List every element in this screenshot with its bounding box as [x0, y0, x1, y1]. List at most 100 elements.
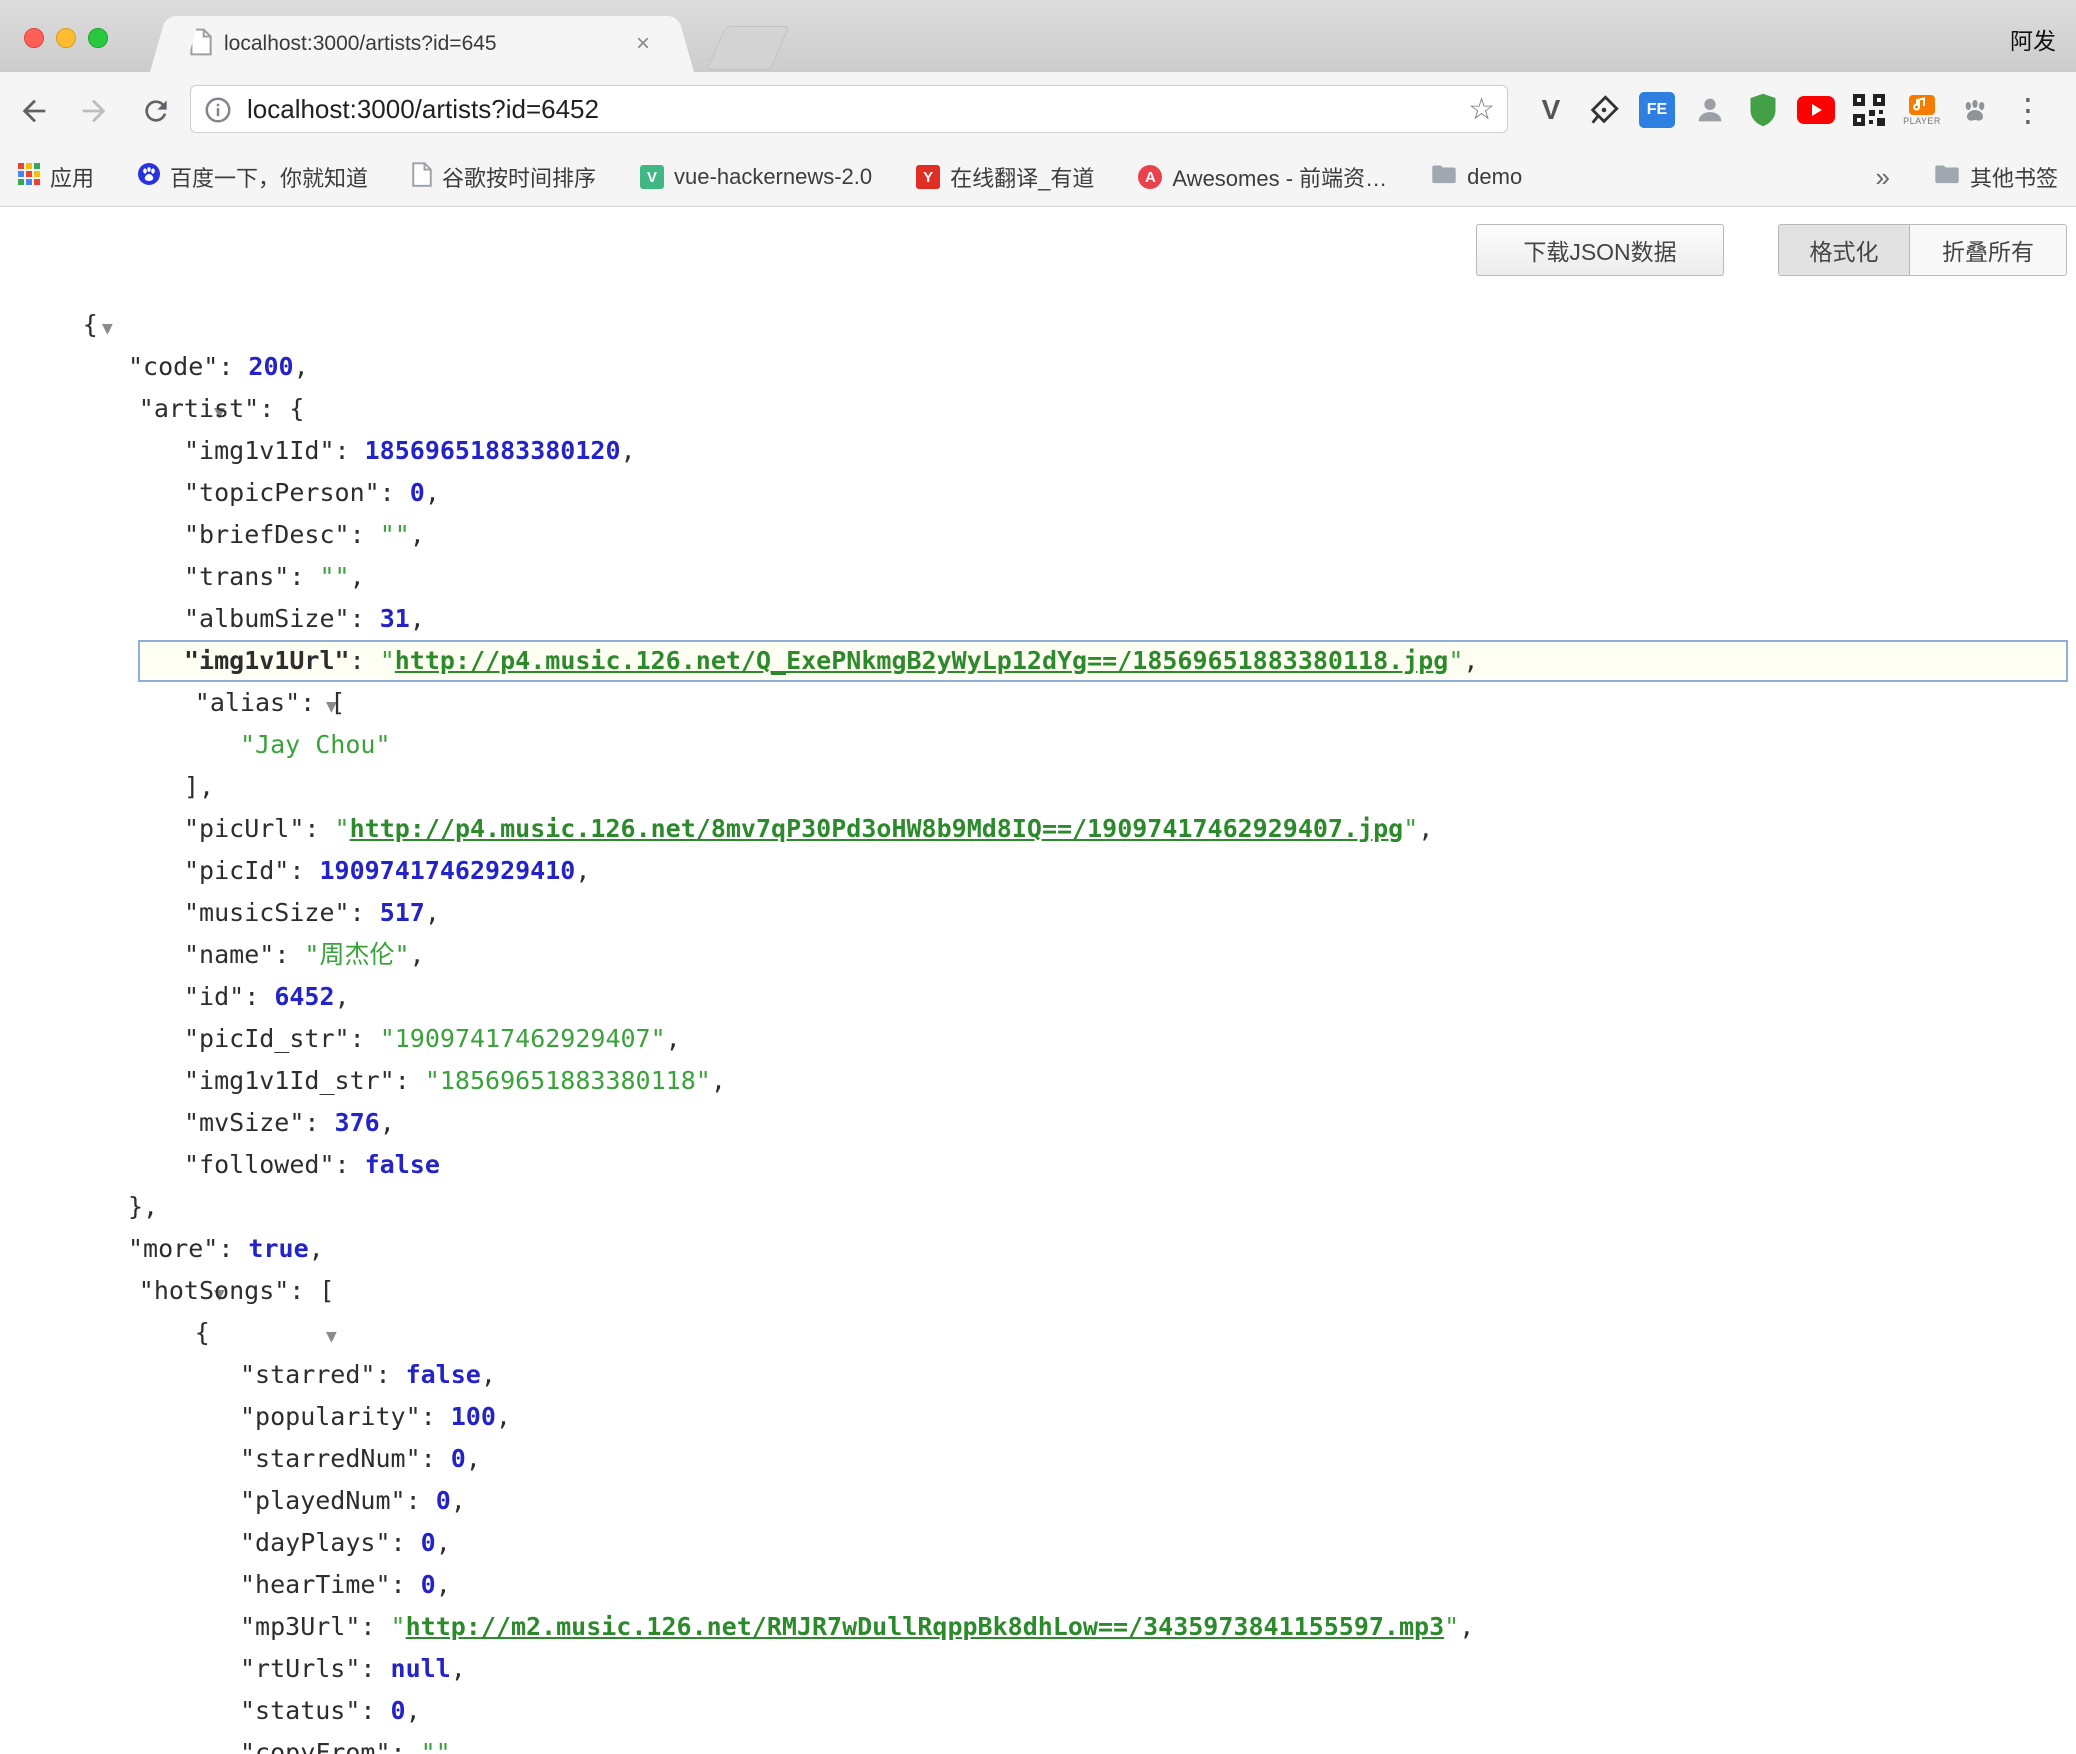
collapse-toggle-icon[interactable]: ▼ — [102, 321, 113, 337]
bookmark-google-sort[interactable]: 谷歌按时间排序 — [412, 161, 596, 193]
json-key: "playedNum" — [240, 1486, 406, 1515]
json-key: "img1v1Id_str" — [184, 1066, 395, 1095]
omnibox[interactable]: localhost:3000/artists?id=6452 ☆ — [190, 85, 1508, 133]
json-key: "popularity" — [240, 1402, 421, 1431]
close-window-button[interactable] — [24, 28, 44, 48]
other-bookmarks-folder[interactable]: 其他书签 — [1934, 161, 2058, 193]
json-line: ▼"artist": { — [0, 388, 2076, 430]
json-number: 0 — [421, 1570, 436, 1599]
qrcode-extension-icon[interactable] — [1850, 88, 1888, 132]
format-button[interactable]: 格式化 — [1779, 225, 1910, 275]
vimium-extension-icon[interactable]: V — [1532, 88, 1570, 132]
folder-icon — [1934, 163, 1960, 191]
json-punctuation: , — [425, 478, 440, 507]
collapse-all-button[interactable]: 折叠所有 — [1910, 225, 2066, 275]
document-icon — [412, 162, 432, 193]
paw-extension-icon[interactable] — [1956, 88, 1994, 132]
bookmark-star-icon[interactable]: ☆ — [1468, 88, 1495, 132]
user-silhouette-extension-icon[interactable] — [1691, 88, 1729, 132]
extension-icons: V FE PLAYER ⋮ — [1524, 72, 2076, 148]
json-punctuation: : — [289, 1276, 319, 1305]
json-punctuation: : — [350, 1024, 380, 1053]
json-punctuation: , — [711, 1066, 726, 1095]
zoom-window-button[interactable] — [88, 28, 108, 48]
json-link[interactable]: http://p4.music.126.net/8mv7qP30Pd3oHW8b… — [350, 814, 1404, 843]
json-string: "Jay Chou" — [240, 730, 391, 759]
apps-shortcut[interactable]: 应用 — [18, 161, 94, 193]
view-mode-segmented-control: 格式化 折叠所有 — [1778, 224, 2067, 276]
json-punctuation: : — [218, 1234, 248, 1263]
json-punctuation: : — [391, 1570, 421, 1599]
vue-icon: V — [640, 165, 664, 189]
translate-pen-extension-icon[interactable] — [1585, 88, 1623, 132]
json-key: "musicSize" — [184, 898, 350, 927]
json-key: "starred" — [240, 1360, 375, 1389]
back-button[interactable] — [16, 93, 52, 129]
bookmark-vue-hackernews[interactable]: V vue-hackernews-2.0 — [640, 164, 872, 190]
bookmark-awesomes[interactable]: A Awesomes - 前端资… — [1138, 161, 1387, 193]
json-line: "id": 6452, — [0, 976, 2076, 1018]
json-punctuation: : — [380, 478, 410, 507]
json-line: "img1v1Id_str": "18569651883380118", — [0, 1060, 2076, 1102]
json-key: "followed" — [184, 1150, 335, 1179]
json-string: " — [391, 1612, 406, 1641]
fehelper-extension-icon[interactable]: FE — [1638, 88, 1676, 132]
new-tab-button[interactable] — [706, 26, 790, 70]
download-json-button[interactable]: 下载JSON数据 — [1476, 224, 1724, 276]
json-number: 100 — [451, 1402, 496, 1431]
json-key: "img1v1Id" — [184, 436, 335, 465]
player-extension-icon[interactable]: PLAYER — [1903, 88, 1941, 132]
json-key: "alias" — [195, 688, 300, 717]
json-string: " — [1444, 1612, 1459, 1641]
json-line-highlighted: "img1v1Url": "http://p4.music.126.net/Q_… — [0, 640, 2076, 682]
bookmark-baidu[interactable]: 百度一下，你就知道 — [138, 161, 368, 193]
json-line: "name": "周杰伦", — [0, 934, 2076, 976]
json-punctuation: { — [289, 394, 304, 423]
json-punctuation: , — [436, 1570, 451, 1599]
apps-grid-icon — [18, 163, 40, 191]
json-punctuation: : — [300, 688, 330, 717]
reload-button[interactable] — [138, 93, 174, 129]
json-line: "Jay Chou" — [0, 724, 2076, 766]
json-punctuation: : — [350, 898, 380, 927]
profile-name[interactable]: 阿发 — [2010, 22, 2056, 56]
minimize-window-button[interactable] — [56, 28, 76, 48]
json-line: ▼"alias": [ — [0, 682, 2076, 724]
json-line: "musicSize": 517, — [0, 892, 2076, 934]
json-link[interactable]: http://m2.music.126.net/RMJR7wDullRqppBk… — [406, 1612, 1445, 1641]
json-key: "topicPerson" — [184, 478, 380, 507]
json-punctuation: , — [425, 898, 440, 927]
collapse-toggle-icon[interactable]: ▼ — [326, 1329, 337, 1345]
json-punctuation: [ — [330, 688, 345, 717]
json-key: "mvSize" — [184, 1108, 304, 1137]
json-punctuation: : — [421, 1402, 451, 1431]
json-punctuation: , — [406, 1696, 421, 1725]
baidu-paw-icon — [138, 163, 160, 191]
json-punctuation: : — [360, 1696, 390, 1725]
tab-close-icon[interactable]: × — [634, 30, 652, 58]
json-punctuation: : — [289, 562, 319, 591]
json-line: "picId_str": "19097417462929407", — [0, 1018, 2076, 1060]
json-punctuation: : — [391, 1528, 421, 1557]
json-literal: true — [248, 1234, 308, 1263]
shield-extension-icon[interactable] — [1744, 88, 1782, 132]
json-link[interactable]: http://p4.music.126.net/Q_ExePNkmgB2yWyL… — [395, 646, 1449, 675]
bookmark-youdao-translate[interactable]: Y 在线翻译_有道 — [916, 161, 1094, 193]
bookmark-demo-folder[interactable]: demo — [1431, 163, 1522, 191]
browser-menu-icon[interactable]: ⋮ — [2009, 88, 2047, 132]
bookmarks-overflow-chevron-icon[interactable]: » — [1876, 162, 1890, 193]
toolbar: localhost:3000/artists?id=6452 ☆ V FE — [0, 72, 2076, 148]
json-string: " — [1448, 646, 1463, 675]
json-punctuation: , — [451, 1486, 466, 1515]
browser-tab[interactable]: localhost:3000/artists?id=645 × — [172, 16, 672, 72]
json-punctuation: , — [436, 1528, 451, 1557]
json-key: "more" — [128, 1234, 218, 1263]
json-punctuation: [ — [319, 1276, 334, 1305]
json-line: ▼{ — [0, 1312, 2076, 1354]
json-punctuation: : — [360, 1654, 390, 1683]
url-text[interactable]: localhost:3000/artists?id=6452 — [247, 86, 599, 132]
json-number: 517 — [380, 898, 425, 927]
forward-button[interactable] — [76, 93, 112, 129]
youtube-extension-icon[interactable] — [1797, 88, 1835, 132]
site-info-icon[interactable] — [203, 95, 233, 130]
